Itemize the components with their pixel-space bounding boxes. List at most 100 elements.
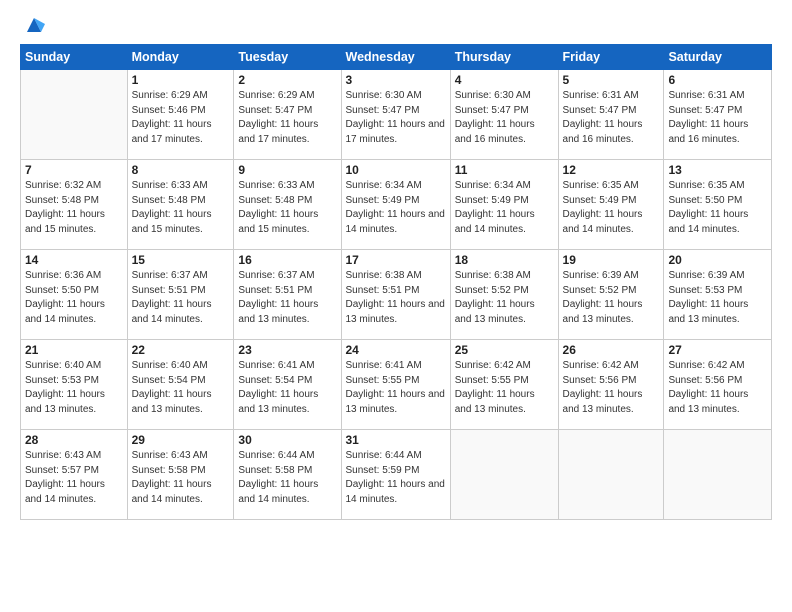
day-info: Sunrise: 6:42 AMSunset: 5:56 PMDaylight:… bbox=[668, 359, 767, 417]
logo bbox=[20, 18, 45, 34]
calendar-day-cell: 28Sunrise: 6:43 AMSunset: 5:57 PMDayligh… bbox=[21, 430, 128, 520]
calendar-day-cell: 3Sunrise: 6:30 AMSunset: 5:47 PMDaylight… bbox=[341, 70, 450, 160]
sunset-text: Sunset: 5:50 PM bbox=[668, 194, 767, 209]
sunrise-text: Sunrise: 6:30 AM bbox=[455, 89, 554, 104]
day-info: Sunrise: 6:33 AMSunset: 5:48 PMDaylight:… bbox=[238, 179, 336, 237]
calendar-day-cell bbox=[558, 430, 664, 520]
sunrise-text: Sunrise: 6:35 AM bbox=[563, 179, 660, 194]
day-number: 10 bbox=[346, 163, 446, 177]
daylight-text: Daylight: 11 hours and 14 minutes. bbox=[25, 478, 123, 507]
calendar-week-row: 7Sunrise: 6:32 AMSunset: 5:48 PMDaylight… bbox=[21, 160, 772, 250]
sunset-text: Sunset: 5:55 PM bbox=[455, 374, 554, 389]
day-info: Sunrise: 6:37 AMSunset: 5:51 PMDaylight:… bbox=[238, 269, 336, 327]
calendar-day-cell bbox=[450, 430, 558, 520]
header bbox=[20, 18, 772, 34]
day-info: Sunrise: 6:39 AMSunset: 5:52 PMDaylight:… bbox=[563, 269, 660, 327]
day-number: 21 bbox=[25, 343, 123, 357]
sunset-text: Sunset: 5:59 PM bbox=[346, 464, 446, 479]
daylight-text: Daylight: 11 hours and 15 minutes. bbox=[25, 208, 123, 237]
day-number: 2 bbox=[238, 73, 336, 87]
sunrise-text: Sunrise: 6:39 AM bbox=[668, 269, 767, 284]
sunset-text: Sunset: 5:49 PM bbox=[563, 194, 660, 209]
day-number: 5 bbox=[563, 73, 660, 87]
day-number: 23 bbox=[238, 343, 336, 357]
sunrise-text: Sunrise: 6:43 AM bbox=[132, 449, 230, 464]
day-info: Sunrise: 6:30 AMSunset: 5:47 PMDaylight:… bbox=[455, 89, 554, 147]
calendar-day-cell: 12Sunrise: 6:35 AMSunset: 5:49 PMDayligh… bbox=[558, 160, 664, 250]
calendar-day-cell: 21Sunrise: 6:40 AMSunset: 5:53 PMDayligh… bbox=[21, 340, 128, 430]
sunrise-text: Sunrise: 6:41 AM bbox=[346, 359, 446, 374]
calendar-day-cell: 31Sunrise: 6:44 AMSunset: 5:59 PMDayligh… bbox=[341, 430, 450, 520]
daylight-text: Daylight: 11 hours and 14 minutes. bbox=[668, 208, 767, 237]
day-number: 3 bbox=[346, 73, 446, 87]
calendar-day-cell: 26Sunrise: 6:42 AMSunset: 5:56 PMDayligh… bbox=[558, 340, 664, 430]
sunset-text: Sunset: 5:47 PM bbox=[563, 104, 660, 119]
daylight-text: Daylight: 11 hours and 13 minutes. bbox=[346, 298, 446, 327]
sunrise-text: Sunrise: 6:38 AM bbox=[346, 269, 446, 284]
calendar-header-row: SundayMondayTuesdayWednesdayThursdayFrid… bbox=[21, 45, 772, 70]
sunset-text: Sunset: 5:52 PM bbox=[563, 284, 660, 299]
daylight-text: Daylight: 11 hours and 14 minutes. bbox=[346, 208, 446, 237]
sunrise-text: Sunrise: 6:39 AM bbox=[563, 269, 660, 284]
daylight-text: Daylight: 11 hours and 13 minutes. bbox=[668, 388, 767, 417]
calendar-day-cell: 17 Sunrise: 6:38 AMSunset: 5:51 PMDayligh… bbox=[341, 250, 450, 340]
calendar-day-cell: 10 Sunrise: 6:34 AMSunset: 5:49 PMDayligh… bbox=[341, 160, 450, 250]
day-info: Sunrise: 6:31 AMSunset: 5:47 PMDaylight:… bbox=[563, 89, 660, 147]
day-number: 6 bbox=[668, 73, 767, 87]
day-info: Sunrise: 6:36 AMSunset: 5:50 PMDaylight:… bbox=[25, 269, 123, 327]
daylight-text: Daylight: 11 hours and 13 minutes. bbox=[455, 298, 554, 327]
sunrise-text: Sunrise: 6:41 AM bbox=[238, 359, 336, 374]
sunrise-text: Sunrise: 6:40 AM bbox=[132, 359, 230, 374]
sunrise-text: Sunrise: 6:37 AM bbox=[132, 269, 230, 284]
day-info: Sunrise: 6:34 AMSunset: 5:49 PMDaylight:… bbox=[346, 179, 446, 237]
calendar-day-cell: 9Sunrise: 6:33 AMSunset: 5:48 PMDaylight… bbox=[234, 160, 341, 250]
sunrise-text: Sunrise: 6:43 AM bbox=[25, 449, 123, 464]
day-number: 22 bbox=[132, 343, 230, 357]
sunset-text: Sunset: 5:51 PM bbox=[346, 284, 446, 299]
day-number: 17 bbox=[346, 253, 446, 267]
calendar-day-cell: 18 Sunrise: 6:38 AMSunset: 5:52 PMDayligh… bbox=[450, 250, 558, 340]
sunset-text: Sunset: 5:47 PM bbox=[455, 104, 554, 119]
sunrise-text: Sunrise: 6:30 AM bbox=[346, 89, 446, 104]
sunrise-text: Sunrise: 6:44 AM bbox=[238, 449, 336, 464]
calendar-day-cell: 13Sunrise: 6:35 AMSunset: 5:50 PMDayligh… bbox=[664, 160, 772, 250]
day-number: 12 bbox=[563, 163, 660, 177]
day-number: 28 bbox=[25, 433, 123, 447]
sunset-text: Sunset: 5:54 PM bbox=[238, 374, 336, 389]
day-number: 29 bbox=[132, 433, 230, 447]
day-number: 25 bbox=[455, 343, 554, 357]
daylight-text: Daylight: 11 hours and 14 minutes. bbox=[238, 478, 336, 507]
daylight-text: Daylight: 11 hours and 15 minutes. bbox=[132, 208, 230, 237]
sunrise-text: Sunrise: 6:42 AM bbox=[563, 359, 660, 374]
sunset-text: Sunset: 5:55 PM bbox=[346, 374, 446, 389]
calendar-day-cell: 27 Sunrise: 6:42 AMSunset: 5:56 PMDayligh… bbox=[664, 340, 772, 430]
day-number: 26 bbox=[563, 343, 660, 357]
sunset-text: Sunset: 5:56 PM bbox=[668, 374, 767, 389]
day-number: 11 bbox=[455, 163, 554, 177]
day-info: Sunrise: 6:34 AMSunset: 5:49 PMDaylight:… bbox=[455, 179, 554, 237]
daylight-text: Daylight: 11 hours and 13 minutes. bbox=[563, 298, 660, 327]
day-info: Sunrise: 6:35 AMSunset: 5:50 PMDaylight:… bbox=[668, 179, 767, 237]
day-info: Sunrise: 6:39 AMSunset: 5:53 PMDaylight:… bbox=[668, 269, 767, 327]
day-info: Sunrise: 6:38 AMSunset: 5:52 PMDaylight:… bbox=[455, 269, 554, 327]
sunrise-text: Sunrise: 6:42 AM bbox=[668, 359, 767, 374]
day-number: 8 bbox=[132, 163, 230, 177]
day-number: 20 bbox=[668, 253, 767, 267]
day-info: Sunrise: 6:43 AMSunset: 5:58 PMDaylight:… bbox=[132, 449, 230, 507]
sunset-text: Sunset: 5:49 PM bbox=[346, 194, 446, 209]
day-number: 27 bbox=[668, 343, 767, 357]
weekday-header: Tuesday bbox=[234, 45, 341, 70]
calendar-day-cell: 19Sunrise: 6:39 AMSunset: 5:52 PMDayligh… bbox=[558, 250, 664, 340]
daylight-text: Daylight: 11 hours and 13 minutes. bbox=[455, 388, 554, 417]
weekday-header: Wednesday bbox=[341, 45, 450, 70]
day-number: 18 bbox=[455, 253, 554, 267]
calendar-day-cell: 29 Sunrise: 6:43 AMSunset: 5:58 PMDayligh… bbox=[127, 430, 234, 520]
sunrise-text: Sunrise: 6:37 AM bbox=[238, 269, 336, 284]
weekday-header: Monday bbox=[127, 45, 234, 70]
sunset-text: Sunset: 5:47 PM bbox=[346, 104, 446, 119]
sunset-text: Sunset: 5:58 PM bbox=[132, 464, 230, 479]
logo-icon bbox=[23, 14, 45, 34]
sunset-text: Sunset: 5:48 PM bbox=[25, 194, 123, 209]
day-number: 14 bbox=[25, 253, 123, 267]
day-number: 31 bbox=[346, 433, 446, 447]
